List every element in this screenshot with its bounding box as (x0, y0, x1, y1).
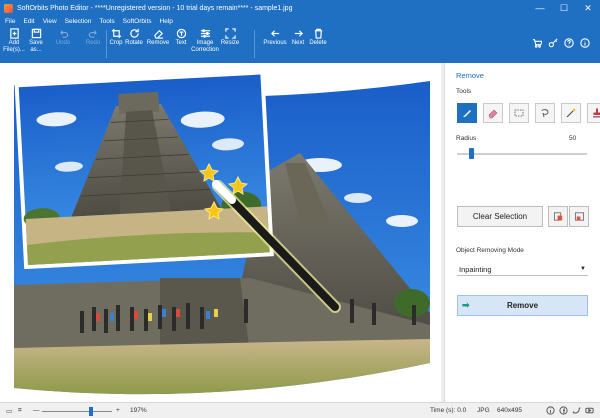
maximize-button[interactable]: ☐ (552, 0, 576, 16)
status-bar: ▭ ⌗ — + 197% Time (s): 0.0 JPG 640x495 (0, 402, 600, 418)
save-as-button[interactable]: Save as... (26, 28, 46, 62)
text-button[interactable]: Text (173, 28, 189, 62)
rect-select-button[interactable] (509, 103, 529, 123)
help-icon[interactable] (564, 38, 574, 48)
dropdown-arrow-icon: ▼ (580, 266, 586, 272)
zoom-level: 197% (130, 407, 147, 414)
radius-value: 50 (569, 135, 577, 142)
youtube-icon[interactable] (585, 406, 594, 415)
menu-bar: File Edit View Selection Tools SoftOrbit… (0, 16, 600, 26)
radius-slider-thumb[interactable] (469, 148, 474, 159)
text-icon (176, 28, 186, 39)
zoom-slider-thumb[interactable] (89, 407, 93, 416)
zoom-fit-icon[interactable]: ▭ (6, 407, 12, 415)
zoom-in-button[interactable]: + (116, 407, 120, 414)
clear-selection-button[interactable]: Clear Selection (457, 206, 543, 227)
redo-button[interactable]: Redo (80, 28, 106, 62)
rotate-icon (129, 28, 139, 38)
resize-icon (224, 28, 236, 39)
menu-selection[interactable]: Selection (65, 18, 92, 25)
menu-view[interactable]: View (43, 18, 57, 25)
undo-icon (59, 30, 68, 38)
crop-icon (111, 28, 121, 39)
stamp-button[interactable] (587, 103, 600, 123)
close-button[interactable]: ✕ (576, 0, 600, 16)
save-icon (31, 28, 41, 39)
key-icon[interactable] (548, 38, 558, 48)
minimize-button[interactable]: — (528, 0, 552, 16)
add-file-icon (9, 28, 19, 39)
menu-file[interactable]: File (5, 18, 15, 25)
tools-label: Tools (456, 88, 472, 95)
remove-button-label: Remove (506, 301, 539, 310)
rectangle-select-icon (514, 109, 524, 117)
adjust-icon (200, 29, 210, 38)
marker-tool-button[interactable] (457, 103, 477, 123)
zoom-actual-icon[interactable]: ⌗ (18, 407, 22, 415)
undo-button[interactable]: Undo (50, 28, 76, 62)
info-icon[interactable] (546, 406, 555, 415)
stamp-icon (593, 108, 600, 118)
twitter-icon[interactable] (572, 406, 581, 415)
crop-button[interactable]: Crop (108, 28, 124, 62)
next-button[interactable]: Next (290, 28, 306, 62)
redo-icon (88, 30, 97, 38)
image-canvas[interactable] (0, 63, 444, 402)
mode-label: Object Removing Mode (456, 247, 524, 254)
lasso-button[interactable] (535, 103, 555, 123)
panel-title: Remove (456, 71, 484, 80)
title-bar: SoftOrbits Photo Editor - ****Unregister… (0, 0, 600, 16)
remove-button[interactable]: ➡ Remove (457, 295, 588, 316)
eraser-icon (153, 29, 163, 39)
delete-button[interactable]: Delete (308, 28, 328, 62)
removing-mode-value: Inpainting (459, 264, 492, 274)
zoom-out-button[interactable]: — (33, 407, 40, 414)
marker-icon (463, 110, 471, 117)
resize-button[interactable]: Resize (220, 28, 240, 62)
zoom-slider[interactable] (42, 411, 112, 412)
photo-preview (14, 70, 430, 395)
cart-icon[interactable] (532, 38, 542, 48)
window-title: SoftOrbits Photo Editor - ****Unregister… (17, 4, 293, 12)
load-mask-icon (553, 212, 562, 221)
image-format: JPG (477, 407, 490, 414)
arrow-left-icon (270, 30, 279, 37)
menu-help[interactable]: Help (160, 18, 173, 25)
lasso-icon (541, 109, 549, 118)
arrow-right-icon (294, 30, 303, 37)
arrow-right-icon: ➡ (462, 300, 470, 310)
magic-wand-button[interactable] (561, 103, 581, 123)
eraser-icon (488, 109, 498, 119)
magic-wand-icon (566, 108, 576, 118)
load-mask-button[interactable] (548, 206, 568, 227)
removing-mode-select[interactable]: Inpainting ▼ (457, 263, 588, 276)
save-mask-icon (574, 212, 584, 221)
previous-button[interactable]: Previous (262, 28, 288, 62)
menu-edit[interactable]: Edit (23, 18, 34, 25)
toolbar-separator (106, 30, 107, 58)
remove-tool-button[interactable]: Remove (146, 28, 170, 62)
remove-panel: Remove Tools Radius 50 Clear Selection O… (444, 63, 600, 402)
info-icon[interactable] (580, 38, 590, 48)
eraser-tool-button[interactable] (483, 103, 503, 123)
facebook-icon[interactable] (559, 406, 568, 415)
add-files-button[interactable]: Add File(s)... (3, 28, 25, 62)
radius-slider[interactable] (457, 153, 587, 155)
radius-label: Radius (456, 135, 477, 142)
save-mask-button[interactable] (569, 206, 589, 227)
image-correction-button[interactable]: Image Correction (190, 28, 220, 62)
app-logo-icon (4, 3, 13, 13)
time-readout: Time (s): 0.0 (430, 407, 467, 414)
menu-tools[interactable]: Tools (99, 18, 114, 25)
rotate-button[interactable]: Rotate (124, 28, 144, 62)
trash-icon (314, 28, 322, 39)
toolbar-separator (254, 30, 255, 58)
menu-softorbits[interactable]: SoftOrbits (123, 18, 152, 25)
toolbar: Add File(s)... Save as... Undo Redo Crop… (0, 26, 600, 63)
image-size: 640x495 (497, 407, 522, 414)
